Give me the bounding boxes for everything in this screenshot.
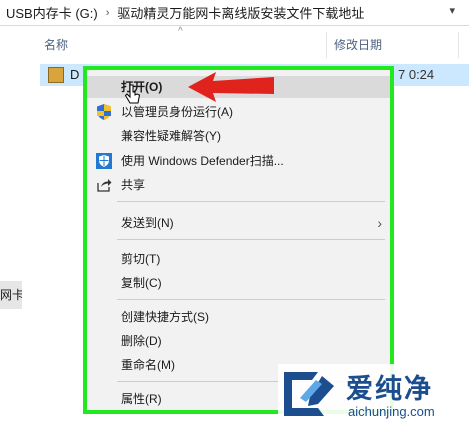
sort-ascending-icon: ^ — [178, 26, 183, 37]
menu-separator — [117, 299, 385, 300]
menu-item-copy[interactable]: 复制(C) — [87, 272, 390, 294]
menu-item-cut[interactable]: 剪切(T) — [87, 248, 390, 270]
column-header-name[interactable]: 名称 — [44, 36, 68, 53]
annotation-arrow-icon — [188, 72, 274, 102]
sidebar-item-label: 网卡离 — [0, 288, 22, 302]
mouse-cursor-icon — [124, 84, 141, 104]
menu-item-delete[interactable]: 删除(D) — [87, 330, 390, 352]
submenu-chevron-right-icon: › — [377, 215, 382, 231]
breadcrumb-drive[interactable]: USB内存卡 (G:) — [0, 3, 104, 22]
watermark-title: 爱纯净 — [346, 374, 433, 404]
column-divider[interactable] — [458, 32, 459, 58]
uac-shield-icon — [97, 104, 111, 120]
share-icon — [97, 179, 112, 192]
windows-defender-icon — [96, 153, 112, 169]
address-dropdown-icon[interactable]: ▾ — [449, 4, 455, 17]
menu-item-share[interactable]: 共享 — [87, 174, 390, 196]
menu-separator — [117, 239, 385, 240]
menu-separator — [117, 201, 385, 202]
sidebar-item-fragment[interactable]: 网卡离 — [0, 281, 22, 309]
menu-item-send-to[interactable]: 发送到(N) › — [87, 212, 390, 234]
column-header-date[interactable]: 修改日期 — [334, 36, 382, 53]
address-bar[interactable]: USB内存卡 (G:) › 驱动精灵万能网卡离线版安装文件下载地址 ▾ — [0, 0, 469, 26]
menu-item-create-shortcut[interactable]: 创建快捷方式(S) — [87, 306, 390, 328]
file-name: D — [70, 67, 80, 82]
menu-item-compatibility[interactable]: 兼容性疑难解答(Y) — [87, 125, 390, 147]
file-date: 7 0:24 — [398, 67, 435, 82]
column-header-bar: ^ 名称 修改日期 — [0, 26, 469, 60]
menu-item-defender-scan[interactable]: 使用 Windows Defender扫描... — [87, 150, 390, 172]
breadcrumb-chevron-icon[interactable]: › — [104, 7, 112, 19]
watermark-logo-icon — [284, 372, 334, 416]
watermark-url: aichunjing.com — [348, 404, 435, 419]
archive-file-icon — [48, 67, 64, 83]
watermark: 爱纯净 aichunjing.com — [278, 364, 469, 424]
column-divider[interactable] — [326, 32, 327, 58]
breadcrumb-folder[interactable]: 驱动精灵万能网卡离线版安装文件下载地址 — [111, 3, 370, 22]
context-menu: 打开(O) 以管理员身份运行(A) 兼容性疑难解答(Y) 使用 Windows … — [83, 66, 394, 414]
